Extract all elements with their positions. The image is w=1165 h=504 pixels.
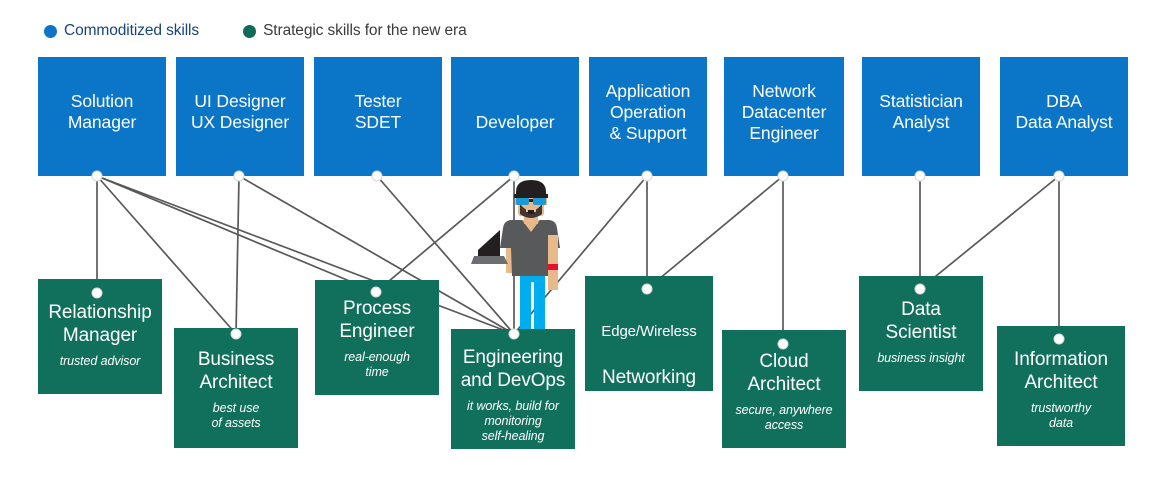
node-subtitle: trusted advisor <box>59 354 141 368</box>
anchor-dba-data-analyst <box>1053 170 1065 182</box>
node-subtitle: best use of assets <box>211 401 261 430</box>
anchor-edge-wireless-networking <box>641 283 653 295</box>
developer-person-with-laptop-illustration <box>471 180 560 332</box>
link-network-datacenter-to-edge-wireless-networking <box>646 175 784 290</box>
node-title: Network Datacenter Engineer <box>741 81 827 143</box>
node-subtitle: real-enough time <box>344 350 410 379</box>
node-title: Data Scientist <box>885 299 957 343</box>
anchor-statistician-analyst <box>914 170 926 182</box>
anchor-cloud-architect <box>777 338 789 350</box>
node-ui-ux-designer[interactable]: UI Designer UX Designer <box>176 57 304 176</box>
node-title: Tester SDET <box>354 91 402 132</box>
node-developer[interactable]: Developer <box>451 57 579 176</box>
node-title-line-main: Networking <box>601 367 697 388</box>
node-title: Relationship Manager <box>48 302 152 346</box>
node-subtitle: it works, build for monitoring self-heal… <box>467 399 559 443</box>
anchor-tester-sdet <box>371 170 383 182</box>
diagram-canvas: Commoditized skills Strategic skills for… <box>0 0 1165 504</box>
anchor-information-architect <box>1053 333 1065 345</box>
node-title: Application Operation & Support <box>605 81 691 143</box>
node-title: Edge/Wireless Networking <box>585 296 713 389</box>
node-title: Process Engineer <box>339 298 415 342</box>
node-title-line-small: Edge/Wireless <box>601 323 697 340</box>
node-solution-manager[interactable]: Solution Manager <box>38 57 166 176</box>
anchor-relationship-manager <box>91 287 103 299</box>
node-title: Solution Manager <box>67 91 137 132</box>
node-business-architect[interactable]: Business Architect best use of assets <box>174 328 298 448</box>
link-dba-to-data-scientist <box>919 175 1060 290</box>
node-subtitle: secure, anywhere access <box>735 403 833 432</box>
node-title: Information Architect <box>1014 349 1108 393</box>
anchor-process-engineer <box>370 286 382 298</box>
node-application-operation[interactable]: Application Operation & Support <box>589 57 707 176</box>
node-title: Statistician Analyst <box>879 91 963 132</box>
anchor-engineering-devops <box>508 328 520 340</box>
node-statistician-analyst[interactable]: Statistician Analyst <box>862 57 980 176</box>
anchor-solution-manager <box>91 170 103 182</box>
node-title: Business Architect <box>197 349 275 393</box>
anchor-data-scientist <box>914 283 926 295</box>
node-title: Cloud Architect <box>747 351 821 395</box>
node-title: Engineering and DevOps <box>460 347 566 391</box>
link-ui-ux-designer-to-business-architect <box>235 175 240 335</box>
node-subtitle: trustworthy data <box>1030 401 1092 430</box>
anchor-developer <box>508 170 520 182</box>
anchor-business-architect <box>230 328 242 340</box>
node-network-datacenter[interactable]: Network Datacenter Engineer <box>724 57 844 176</box>
node-engineering-devops[interactable]: Engineering and DevOps it works, build f… <box>451 329 575 449</box>
node-title: Developer <box>475 112 555 132</box>
node-subtitle: business insight <box>877 351 965 365</box>
anchor-ui-ux-designer <box>233 170 245 182</box>
anchor-application-operation <box>641 170 653 182</box>
node-subtitle: secure, anywhere access <box>600 396 698 425</box>
node-title: DBA Data Analyst <box>1015 91 1113 132</box>
node-dba-data-analyst[interactable]: DBA Data Analyst <box>1000 57 1128 176</box>
node-title: UI Designer UX Designer <box>190 91 290 132</box>
anchor-network-datacenter <box>777 170 789 182</box>
node-tester-sdet[interactable]: Tester SDET <box>314 57 442 176</box>
